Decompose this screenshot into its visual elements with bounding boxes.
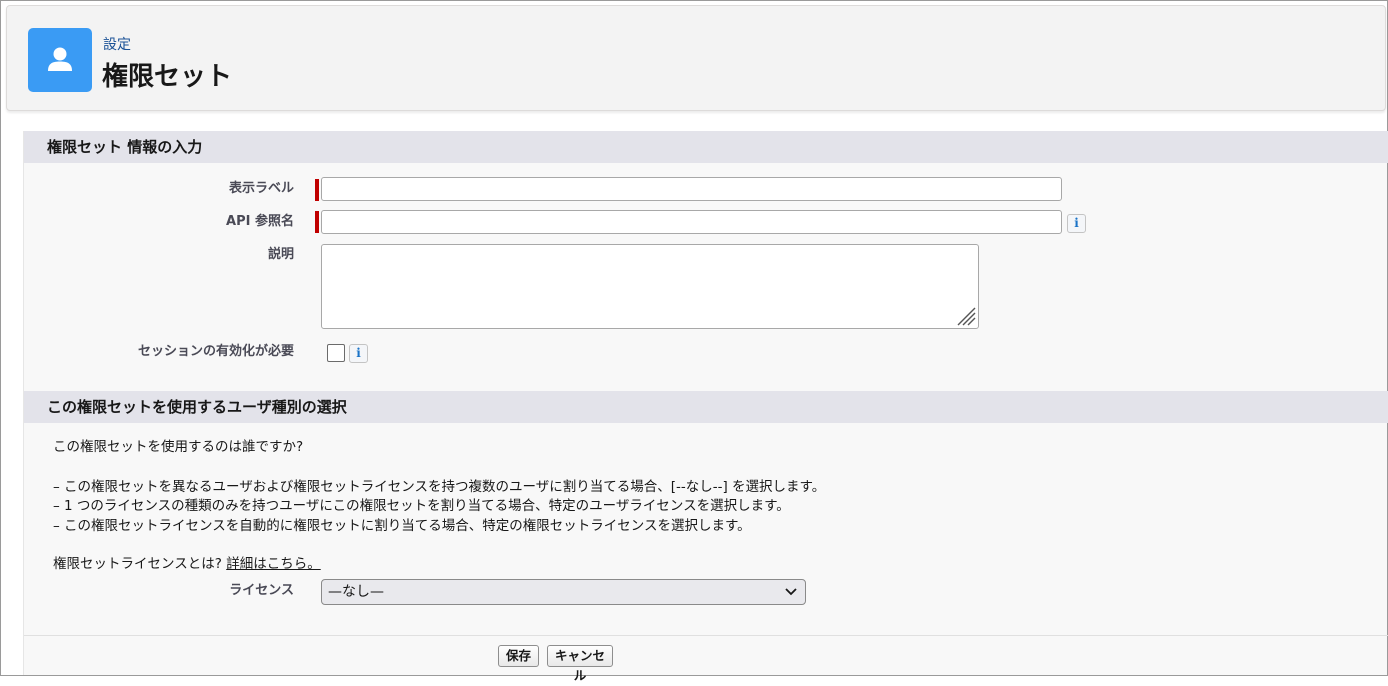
breadcrumb[interactable]: 設定 (103, 34, 131, 54)
license-question: 権限セットライセンスとは? 詳細はこちら。 (53, 552, 321, 572)
user-icon (28, 28, 92, 92)
cancel-button[interactable]: キャンセル (547, 645, 613, 683)
details-link[interactable]: 詳細はこちら。 (226, 556, 321, 572)
required-indicator (315, 211, 319, 233)
label-field-label: 表示ラベル (228, 181, 294, 196)
license-select-value: —なし— (328, 584, 384, 600)
api-name-input[interactable] (321, 210, 1062, 234)
divider (24, 635, 1388, 636)
api-name-label: API 参照名 (226, 214, 294, 229)
session-required-label: セッションの有効化が必要 (137, 344, 294, 359)
bullet-text: – この権限セットを異なるユーザおよび権限セットライセンスを持つ複数のユーザに割… (53, 479, 826, 495)
license-select[interactable]: —なし— (321, 579, 806, 605)
section-header-user-type: この権限セットを使用するユーザ種別の選択 (24, 391, 1388, 423)
required-indicator (315, 179, 319, 201)
session-required-checkbox[interactable] (327, 344, 345, 362)
info-icon[interactable]: i (1067, 214, 1086, 233)
page-title: 権限セット (102, 62, 233, 92)
license-question-text: 権限セットライセンスとは? (53, 556, 222, 572)
question-text: この権限セットを使用するのは誰ですか? (53, 439, 304, 455)
section-header-info: 権限セット 情報の入力 (24, 131, 1388, 163)
page-header: 設定 権限セット (6, 5, 1386, 111)
license-label: ライセンス (229, 583, 294, 598)
app-frame: 設定 権限セット 権限セット 情報の入力 表示ラベル API 参照名 i 説明 … (0, 0, 1388, 683)
bullet-text: – 1 つのライセンスの種類のみを持つユーザにこの権限セットを割り当てる場合、特… (53, 498, 790, 514)
resize-grip-icon[interactable] (954, 304, 976, 326)
info-icon[interactable]: i (349, 344, 368, 363)
chevron-down-icon (785, 588, 797, 596)
bullet-text: – この権限セットライセンスを自動的に権限セットに割り当てる場合、特定の権限セッ… (53, 518, 751, 534)
description-textarea[interactable] (321, 244, 979, 329)
label-input[interactable] (321, 177, 1062, 201)
save-button[interactable]: 保存 (498, 645, 539, 667)
description-label: 説明 (267, 247, 294, 262)
main-form: 権限セット 情報の入力 表示ラベル API 参照名 i 説明 セッションの有効化… (23, 131, 1388, 683)
